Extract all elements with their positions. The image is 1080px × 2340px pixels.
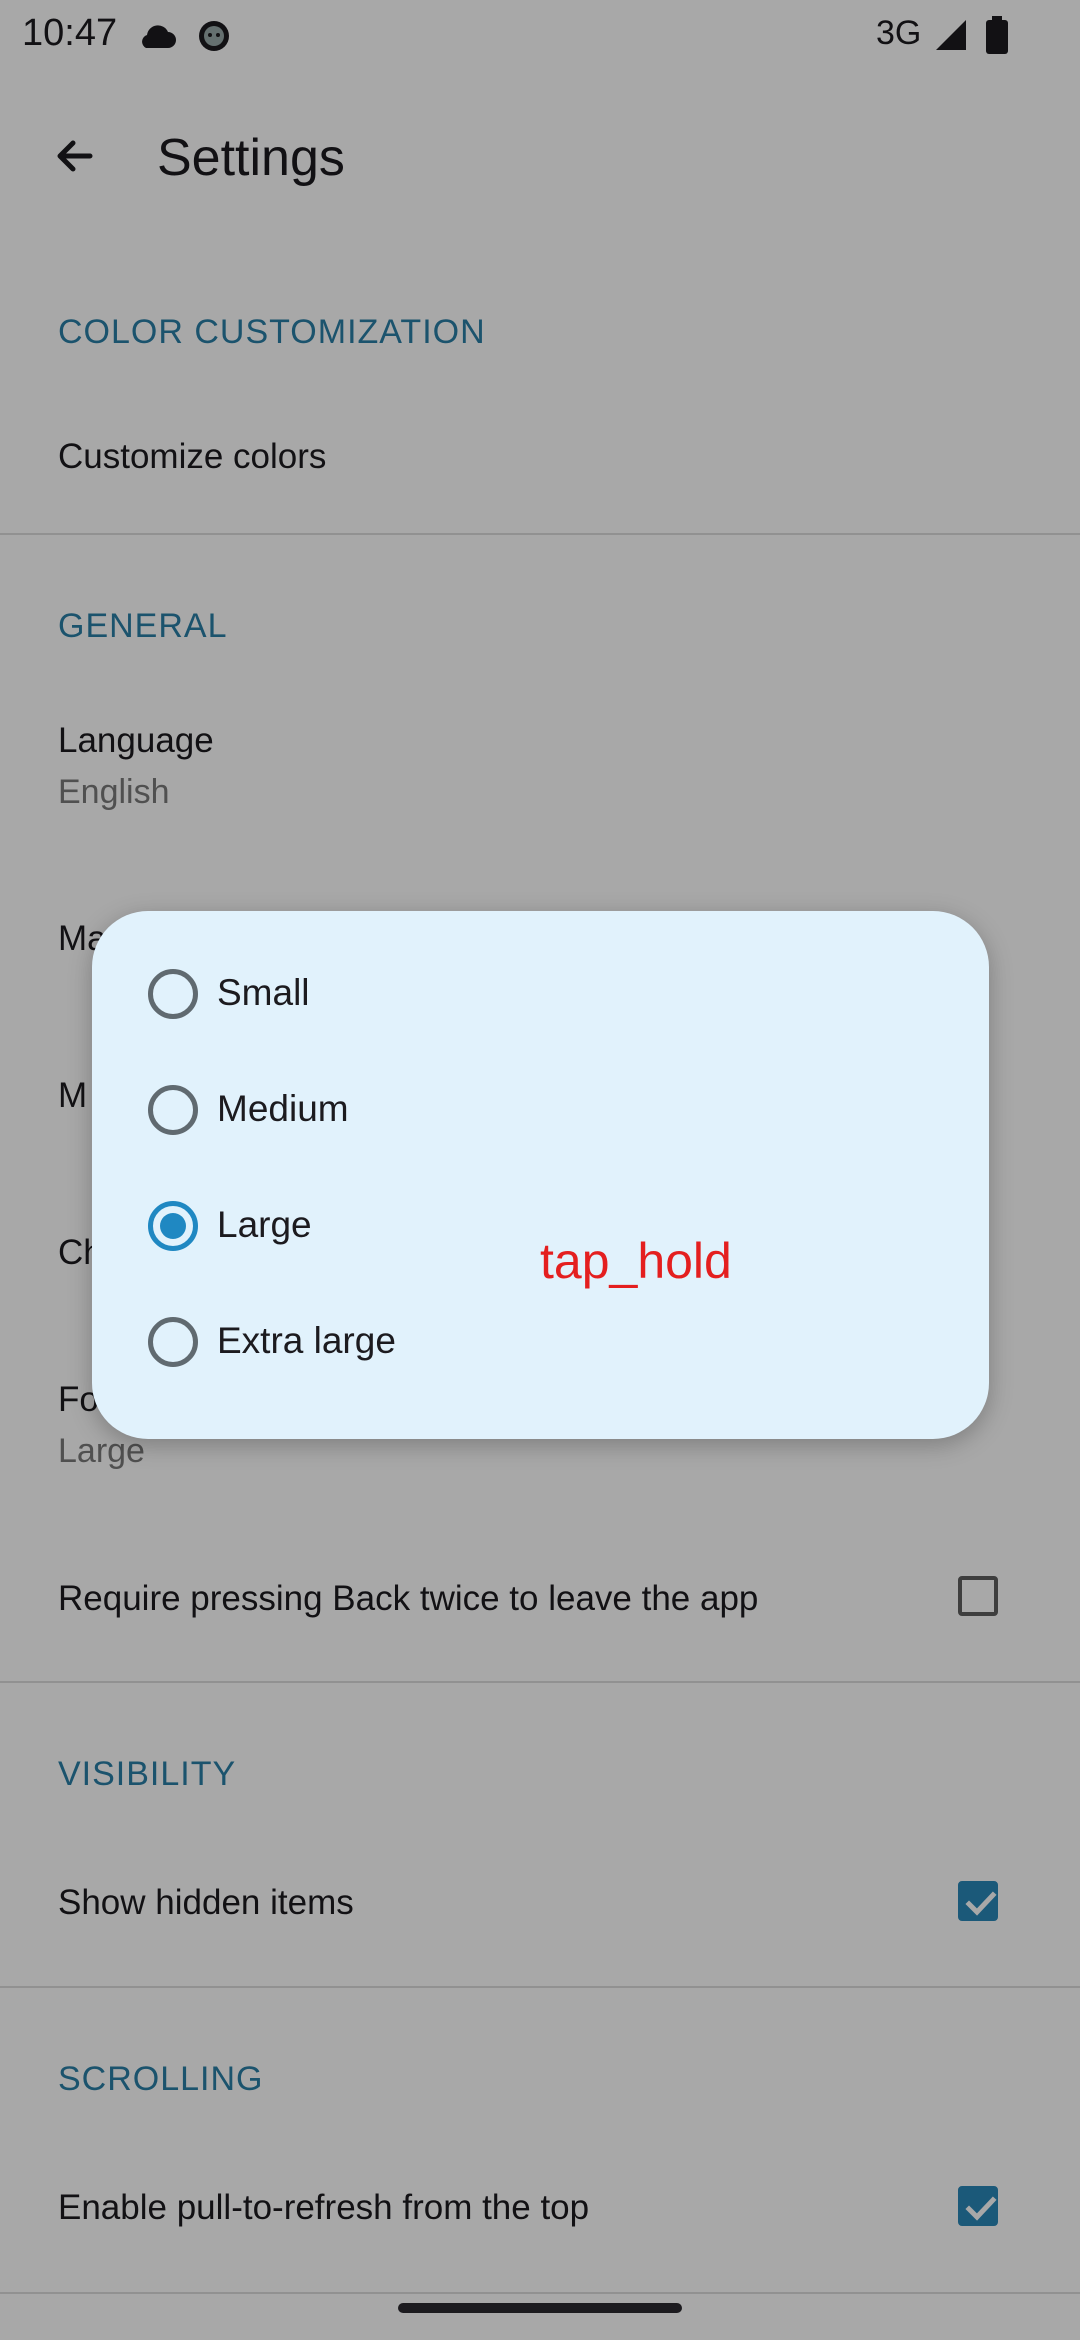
radio-button-selected[interactable] bbox=[148, 1201, 198, 1251]
option-label: Large bbox=[217, 1204, 312, 1245]
font-size-dialog: Small Medium Large Extra large bbox=[92, 911, 989, 1439]
radio-button[interactable] bbox=[148, 1085, 198, 1135]
action-annotation-label: tap_hold bbox=[540, 1233, 732, 1289]
option-label: Extra large bbox=[217, 1320, 396, 1361]
option-extra-large[interactable]: Extra large bbox=[92, 1288, 989, 1404]
option-small[interactable]: Small bbox=[92, 940, 989, 1056]
home-indicator[interactable] bbox=[398, 2303, 682, 2313]
option-label: Small bbox=[217, 972, 310, 1013]
option-medium[interactable]: Medium bbox=[92, 1056, 989, 1172]
radio-button[interactable] bbox=[148, 1317, 198, 1367]
radio-button[interactable] bbox=[148, 969, 198, 1019]
option-label: Medium bbox=[217, 1088, 349, 1129]
